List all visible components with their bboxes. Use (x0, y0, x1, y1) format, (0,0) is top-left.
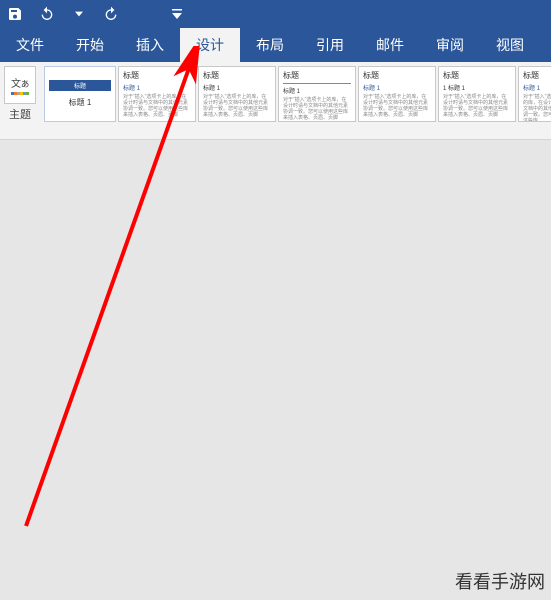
tab-insert[interactable]: 插入 (120, 28, 180, 62)
style-set-banner: 标题 (49, 80, 111, 91)
style-set-title: 标题 (443, 70, 511, 81)
tab-design[interactable]: 设计 (180, 28, 240, 62)
tab-mailings[interactable]: 邮件 (360, 28, 420, 62)
watermark-text: 看看手游网 (455, 568, 545, 594)
style-set-filler: 对于“插入”选项卡上的库，在设计时请与文档中的其他元素协调一致。您可以使用这些库… (443, 94, 511, 118)
style-set-1[interactable]: 标题 标题 1 对于“插入”选项卡上的库，在设计时请与文档中的其他元素协调一致。… (118, 66, 196, 122)
quick-access-toolbar (0, 0, 551, 28)
style-set-title: 标题 (123, 70, 191, 81)
tab-layout[interactable]: 布局 (240, 28, 300, 62)
tab-home[interactable]: 开始 (60, 28, 120, 62)
style-set-subtitle: 标题 1 (363, 83, 431, 92)
ribbon-tabs: 文件 开始 插入 设计 布局 引用 邮件 审阅 视图 知网 (0, 28, 551, 62)
style-set-title: 标题 (523, 70, 551, 81)
style-set-subtitle: 标题 1 (123, 83, 191, 92)
style-set-filler: 对于“插入”选项卡上的库，在设计时请与文档中的其他元素协调一致。您可以使用这些库… (203, 94, 271, 118)
style-set-subtitle: 1 标题 1 (443, 83, 511, 92)
themes-button[interactable]: 文ぁ 主题 (4, 66, 36, 122)
themes-thumbnail: 文ぁ (4, 66, 36, 104)
tab-references[interactable]: 引用 (300, 28, 360, 62)
redo-icon[interactable] (102, 5, 120, 23)
style-set-filler: 对于“插入”选项卡上的库，在设计时请与文档中的其他元素协调一致。您可以使用这些库… (283, 97, 351, 121)
tab-file[interactable]: 文件 (0, 28, 60, 62)
style-set-title: 标题 (283, 70, 351, 81)
style-set-title: 标题 (203, 70, 271, 81)
style-set-subtitle: 标题 1 (283, 86, 351, 95)
tab-zhiwang[interactable]: 知网 (540, 28, 551, 62)
style-set-title: 标题 (363, 70, 431, 81)
style-set-filler: 对于“插入”选项卡上的库，在设计时请与文档中的其他元素协调一致。您可以使用这些库… (123, 94, 191, 118)
themes-label: 主题 (9, 106, 31, 122)
document-canvas[interactable] (0, 140, 551, 600)
style-set-subtitle: 标题 1 (523, 83, 551, 92)
style-set-filler: 对于“插入”选项卡上的库，在设计时请与文档中的其他元素协调一致。您可以使用这些库… (363, 94, 431, 118)
style-set-2[interactable]: 标题 标题 1 对于“插入”选项卡上的库，在设计时请与文档中的其他元素协调一致。… (198, 66, 276, 122)
style-set-0[interactable]: 标题 标题 1 (44, 66, 116, 122)
tab-view[interactable]: 视图 (480, 28, 540, 62)
style-set-filler: 对于“插入”选项卡上的库，在设计时请与文档中的其他元素协调一致。您可以使用这些库 (523, 94, 551, 122)
tab-review[interactable]: 审阅 (420, 28, 480, 62)
style-set-6[interactable]: 标题 标题 1 对于“插入”选项卡上的库，在设计时请与文档中的其他元素协调一致。… (518, 66, 551, 122)
style-set-4[interactable]: 标题 标题 1 对于“插入”选项卡上的库，在设计时请与文档中的其他元素协调一致。… (358, 66, 436, 122)
themes-group: 文ぁ 主题 标题 标题 1 标题 标题 1 对于“插入”选项卡上的库，在设计时请… (0, 62, 551, 139)
undo-dropdown-icon[interactable] (70, 5, 88, 23)
style-set-subtitle: 标题 1 (203, 83, 271, 92)
style-set-subtitle: 标题 1 (69, 97, 92, 108)
save-icon[interactable] (6, 5, 24, 23)
style-set-5[interactable]: 标题 1 标题 1 对于“插入”选项卡上的库，在设计时请与文档中的其他元素协调一… (438, 66, 516, 122)
qat-customize-icon[interactable] (168, 5, 186, 23)
undo-icon[interactable] (38, 5, 56, 23)
style-set-3[interactable]: 标题 标题 1 对于“插入”选项卡上的库，在设计时请与文档中的其他元素协调一致。… (278, 66, 356, 122)
ribbon-design: 文ぁ 主题 标题 标题 1 标题 标题 1 对于“插入”选项卡上的库，在设计时请… (0, 62, 551, 140)
